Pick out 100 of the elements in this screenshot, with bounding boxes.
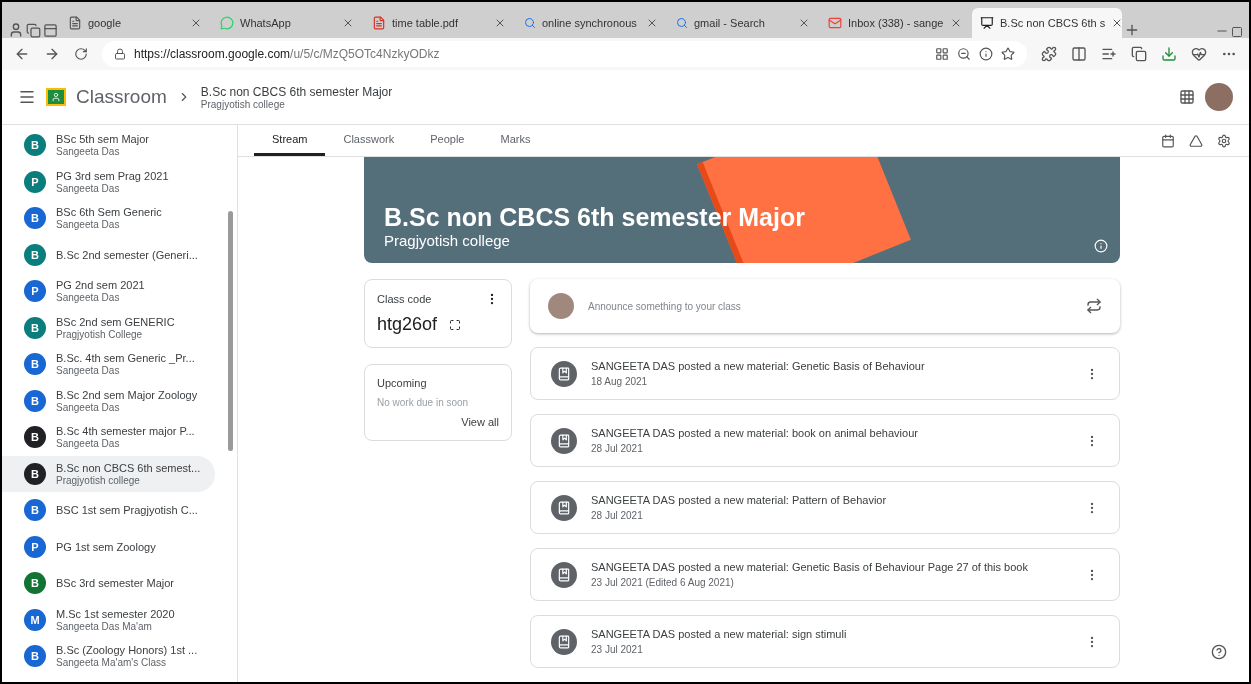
forward-icon[interactable] [44,46,60,62]
class-name: BSc 6th Sem Generic [56,206,162,219]
class-avatar: P [24,170,46,193]
collections-icon[interactable] [1131,46,1147,62]
class-item[interactable]: B B.Sc. 4th sem Generic _Pr... Sangeeta Das [2,346,215,383]
class-avatar: P [24,280,46,303]
class-name: B.Sc 2nd sem Major Zoology [56,388,198,401]
mail-icon [828,16,842,30]
favorite-star-icon[interactable] [1001,47,1015,61]
material-icon [551,494,577,521]
post-date: 23 Jul 2021 [591,644,644,655]
close-icon[interactable] [950,17,962,29]
post-date: 23 Jul 2021 (Edited 6 Aug 2021) [591,577,735,588]
avatar[interactable] [1205,83,1233,111]
class-item[interactable]: P PG 2nd sem 2021 Sangeeta Das [2,273,215,310]
class-owner: Sangeeta Das [56,292,121,304]
zoom-out-icon[interactable] [957,47,971,61]
close-icon[interactable] [342,17,354,29]
section-name: Pragjyotish college [200,98,286,110]
drive-icon[interactable] [1189,133,1203,148]
class-item[interactable]: B B.Sc 2nd semester (Generi... [2,236,215,273]
class-item[interactable]: B BSc 2nd sem GENERIC Pragjyotish College [2,309,215,346]
browser-tab[interactable]: B.Sc non CBCS 6th s [972,8,1122,38]
browser-tab[interactable]: time table.pdf [364,8,514,38]
class-name: BSC 1st sem Pragjyotish C... [56,504,198,517]
class-owner: Sangeeta Das [56,438,121,450]
reload-icon[interactable] [74,47,88,61]
post-card[interactable]: SANGEETA DAS posted a new material: Genetic Basis of Behaviour Page 27 of this book 23 Jul 2021 (Edited 6 Aug 2021) [530,548,1120,601]
post-card[interactable]: SANGEETA DAS posted a new material: sign stimuli 23 Jul 2021 [530,615,1120,668]
material-icon [551,360,577,387]
new-tab-icon[interactable] [1124,22,1140,38]
post-date: 28 Jul 2021 [591,510,644,521]
class-avatar: B [24,572,46,595]
close-icon[interactable] [646,17,658,29]
scrollbar[interactable] [228,211,233,451]
class-item[interactable]: B B.Sc 4th semester major P... Sangeeta Das [2,419,215,456]
class-name: B.Sc non CBCS 6th semester Major [200,84,393,99]
pdf-icon [372,16,386,30]
class-item[interactable]: B BSc 6th Sem Generic Sangeeta Das [2,200,215,237]
class-name: PG 2nd sem 2021 [56,279,145,292]
announce-field[interactable]: Announce something to your class [530,279,1120,333]
class-item[interactable]: B BSc 5th sem Major Sangeeta Das [2,127,215,164]
post-title: SANGEETA DAS posted a new material: Genetic Basis of Behaviour [591,360,926,372]
address-bar[interactable]: https://classroom.google.com/u/5/c/MzQ5OTc4NzkyODkz [102,41,1027,67]
settings-icon[interactable] [1217,133,1231,148]
nav-tab[interactable]: Classwork [325,125,413,156]
app-name[interactable]: Classroom [76,86,167,108]
class-item[interactable]: P PG 3rd sem Prag 2021 Sangeeta Das [2,163,215,200]
browser-tab[interactable]: Inbox (338) - sange [820,8,970,38]
browser-tab[interactable]: gmail - Search [668,8,818,38]
class-item[interactable]: B BSC 1st sem Pragjyotish C... [2,492,215,529]
repost-icon[interactable] [1086,298,1102,314]
class-code-label: Class code [377,293,432,305]
nav-tab[interactable]: Stream [254,125,326,156]
class-avatar: P [24,535,46,558]
back-icon[interactable] [14,46,30,62]
class-avatar: B [24,207,46,230]
view-all-link[interactable]: View all [461,416,499,428]
class-avatar: B [24,462,46,485]
post-card[interactable]: SANGEETA DAS posted a new material: book on animal behaviour 28 Jul 2021 [530,414,1120,467]
class-item[interactable]: P PG 1st sem Zoology [2,528,215,565]
class-item[interactable]: B B.Sc (Zoology Honors) 1st ... Sangeeta Ma'am's Class [2,638,215,675]
class-item[interactable]: M M.Sc 1st semester 2020 Sangeeta Das Ma'am [2,601,215,638]
close-icon[interactable] [494,17,506,29]
class-name: B.Sc 2nd semester (Generi... [56,248,198,261]
browser-tab[interactable]: google [60,8,210,38]
class-avatar: M [24,608,46,631]
apps-grid-icon[interactable] [1179,89,1195,105]
browser-tab[interactable]: WhatsApp [212,8,362,38]
favorites-icon[interactable] [1101,46,1117,62]
nav-tab[interactable]: People [412,125,483,156]
close-icon[interactable] [798,17,810,29]
classroom-logo-icon [46,88,66,106]
calendar-icon[interactable] [1161,133,1175,148]
class-avatar: B [24,134,46,157]
class-avatar: B [24,353,46,376]
browser-tab[interactable]: online synchronous [516,8,666,38]
fullscreen-icon[interactable] [449,318,462,331]
split-screen-icon[interactable] [1071,46,1087,62]
download-icon[interactable] [1161,46,1177,62]
extensions-icon[interactable] [1041,46,1057,62]
close-icon[interactable] [190,17,202,29]
post-card[interactable]: SANGEETA DAS posted a new material: Pattern of Behavior 28 Jul 2021 [530,481,1120,534]
tab-actions-icon[interactable] [43,23,58,38]
health-icon[interactable] [1191,46,1207,62]
restore-icon[interactable] [1231,26,1243,38]
info-icon[interactable] [1094,239,1108,253]
class-owner: Sangeeta Das [56,219,121,231]
post-card[interactable]: SANGEETA DAS posted a new material: Genetic Basis of Behaviour 18 Aug 2021 [530,347,1120,400]
app-available-icon[interactable] [935,47,949,61]
upcoming-message: No work due in soon [377,397,470,408]
class-item[interactable]: B B.Sc non CBCS 6th semest... Pragjyotish college [2,455,215,492]
nav-tab[interactable]: Marks [482,125,549,156]
menu-icon[interactable] [18,88,36,106]
class-item[interactable]: B BSc 3rd semester Major [2,565,215,602]
help-icon[interactable] [1211,644,1227,660]
collections-icon[interactable] [26,23,41,38]
profile-icon[interactable] [8,22,24,38]
class-item[interactable]: B B.Sc 2nd sem Major Zoology Sangeeta Das [2,382,215,419]
material-icon [551,628,577,655]
